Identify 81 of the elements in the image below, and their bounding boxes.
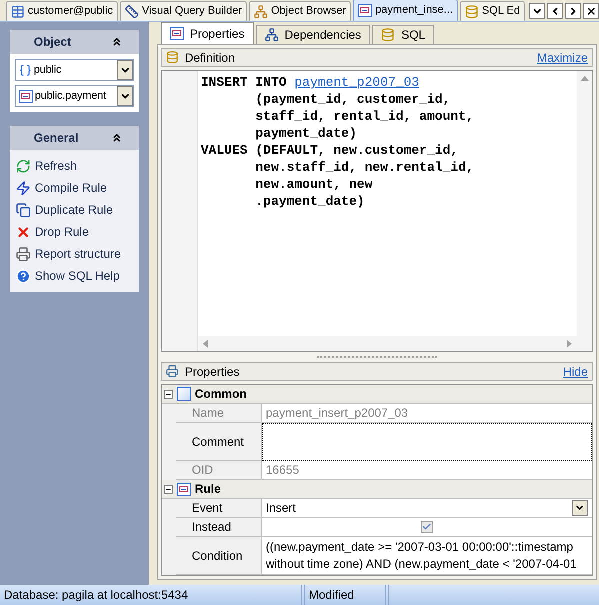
printer-icon [16, 246, 31, 262]
code-line: payment_date) [254, 125, 358, 142]
expander[interactable] [164, 390, 173, 398]
group-title: Common [195, 386, 247, 403]
splitter-handle[interactable] [317, 356, 437, 358]
database-icon [166, 51, 179, 64]
document-tab[interactable]: payment_inse... [353, 0, 458, 21]
code-line: staff_id, rental_id, amount, [254, 108, 474, 125]
schema-select[interactable]: public [15, 59, 134, 81]
expander[interactable] [164, 484, 173, 494]
collapse-icon [111, 36, 123, 48]
ruler-icon [125, 4, 140, 18]
property-value: payment_insert_p2007_03 [262, 404, 592, 423]
table-select[interactable]: public.payment [15, 85, 134, 107]
tree-icon [264, 28, 279, 42]
up-arrow-icon [580, 75, 588, 82]
section-header: Definition Maximize [161, 48, 593, 67]
database-icon [381, 28, 396, 42]
action-link[interactable]: Show SQL Help [16, 268, 133, 284]
form-icon [19, 90, 33, 102]
form-icon [170, 27, 184, 40]
group-title: Rule [195, 481, 222, 498]
scroll-left-button[interactable] [547, 3, 563, 19]
scroll-right-button[interactable] [565, 3, 581, 19]
form-icon [177, 482, 191, 496]
code-line: VALUES (DEFAULT, new.customer_id, [201, 142, 458, 159]
help-icon [16, 268, 31, 284]
tab-list-button[interactable] [529, 3, 545, 19]
code-editor[interactable]: INSERT INTO payment_p2007_03 (payment_id, customer_id, staff_id, rental_id, amount, payment_date) VALUES (DEFAULT, new.customer_id, new.staff_id, new.rental_id, new.amount, new .payment_date) [161, 70, 593, 352]
close-icon [586, 6, 596, 16]
close-icon [16, 224, 31, 240]
braces-icon [19, 64, 32, 76]
left-arrow-icon [202, 340, 209, 348]
check-icon [422, 522, 432, 532]
lightning-icon [16, 180, 31, 196]
table-icon [11, 4, 25, 18]
action-link[interactable]: Drop Rule [16, 224, 133, 240]
hide-link[interactable]: Hide [563, 362, 588, 380]
database-icon [465, 4, 480, 18]
form-icon [358, 4, 372, 17]
code-line: new.amount, new [254, 176, 373, 193]
code-line: INSERT INTO payment_p2007_03 [201, 74, 420, 91]
property-value: 16655 [262, 461, 592, 480]
close-button[interactable] [583, 3, 599, 19]
status-database: Database: pagila at localhost:5434 [0, 585, 302, 605]
horizontal-scrollbar[interactable] [198, 336, 577, 351]
view-tab[interactable]: SQL [372, 25, 434, 44]
collapse-icon [111, 132, 123, 144]
copy-icon [16, 202, 31, 218]
right-arrow-icon [566, 340, 573, 348]
document-tab[interactable]: SQL Ed [460, 1, 526, 21]
maximize-link[interactable]: Maximize [537, 48, 588, 66]
code-line: .payment_date) [254, 193, 365, 210]
dropdown-button[interactable] [117, 60, 133, 80]
event-select[interactable]: Insert [262, 499, 592, 518]
status-state: Modified [304, 585, 386, 605]
section-header: Properties Hide [161, 362, 593, 381]
view-tab[interactable]: Properties [161, 22, 254, 44]
dropdown-button[interactable] [572, 500, 588, 516]
dropdown-button[interactable] [117, 86, 133, 106]
panel-header[interactable]: General [10, 126, 139, 150]
action-link[interactable]: Report structure [16, 246, 133, 262]
document-tab[interactable]: Object Browser [249, 1, 352, 21]
code-line: (payment_id, customer_id, [254, 91, 451, 108]
code-line: new.staff_id, new.rental_id, [254, 159, 474, 176]
checkbox[interactable] [421, 521, 433, 533]
comment-field[interactable] [262, 423, 592, 461]
action-link[interactable]: Refresh [16, 158, 133, 174]
blank-icon [177, 387, 191, 401]
document-tab[interactable]: Visual Query Builder [120, 1, 248, 21]
panel-header[interactable]: Object [10, 30, 139, 54]
tree-icon [254, 4, 268, 18]
table-link[interactable]: payment_p2007_03 [294, 75, 420, 90]
action-link[interactable]: Compile Rule [16, 180, 133, 196]
view-tab[interactable]: Dependencies [256, 25, 370, 44]
action-link[interactable]: Duplicate Rule [16, 202, 133, 218]
refresh-icon [16, 158, 31, 174]
caret-icon [575, 503, 585, 513]
document-tab[interactable]: customer@public [6, 1, 118, 21]
vertical-scrollbar[interactable] [577, 71, 592, 351]
property-value: ((new.payment_date >= '2007-03-01 00:00:00'::timestamp without time zone) AND (new.payment_date < '2007-04-01 [262, 537, 592, 575]
